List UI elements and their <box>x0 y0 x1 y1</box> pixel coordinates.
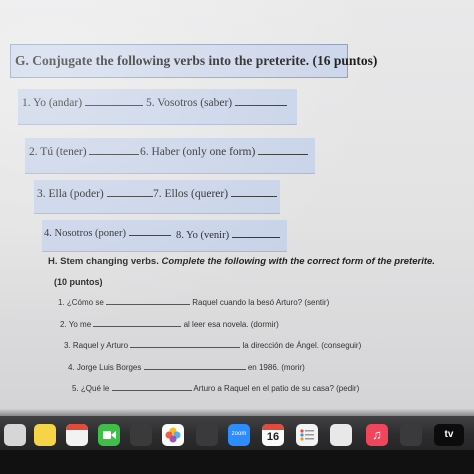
stem-item-2: 2. Yo me al leer esa novela. (dormir) <box>60 319 279 329</box>
verb-item-6: 6. Haber (only one form) <box>140 145 309 158</box>
dock-app-icon[interactable] <box>4 424 26 446</box>
answer-blank[interactable] <box>89 145 140 155</box>
answer-blank[interactable] <box>84 96 143 106</box>
facetime-glyph <box>103 431 116 439</box>
verb-box-1: 1. Yo (andar) 5. Vosotros (saber) <box>18 89 297 125</box>
verb-item-4: 4. Nosotros (poner) <box>44 226 171 239</box>
dock-app-icon[interactable] <box>130 424 152 446</box>
verb-item-5: 5. Vosotros (saber) <box>146 96 288 109</box>
notes-icon[interactable] <box>34 424 56 446</box>
verb-item-7: 7. Ellos (querer) <box>153 187 277 200</box>
zoom-icon[interactable]: zoom <box>228 424 250 446</box>
answer-blank[interactable] <box>258 145 309 155</box>
photos-glyph <box>165 427 181 443</box>
calendar-day: 16 <box>266 431 280 443</box>
stem-item-4: 4. Jorge Luis Borges en 1986. (morir) <box>68 362 305 372</box>
reminders-icon[interactable] <box>296 424 318 446</box>
answer-blank[interactable] <box>230 187 277 197</box>
answer-blank[interactable] <box>130 340 241 348</box>
verb-box-4: 4. Nosotros (poner) 8. Yo (venir) <box>42 220 287 252</box>
stem-item-3: 3. Raquel y Arturo la dirección de Ángel… <box>64 340 362 350</box>
answer-blank[interactable] <box>235 96 288 106</box>
dock-app-icon[interactable] <box>400 424 422 446</box>
calendar-icon[interactable]: 16 <box>262 424 284 446</box>
verb-item-1: 1. Yo (andar) <box>22 96 143 109</box>
dock-app-icon[interactable] <box>196 424 218 446</box>
section-h-title: H. Stem changing verbs. Complete the fol… <box>48 256 435 267</box>
answer-blank[interactable] <box>93 319 182 327</box>
verb-box-2: 2. Tú (tener) 6. Haber (only one form) <box>25 138 315 174</box>
music-note-icon: ♫ <box>372 427 382 442</box>
music-icon[interactable]: ♫ <box>366 424 388 446</box>
document-page: G. Conjugate the following verbs into th… <box>0 0 474 408</box>
dock-shelf <box>0 408 474 416</box>
facetime-icon[interactable] <box>98 424 120 446</box>
section-g-title: G. Conjugate the following verbs into th… <box>10 44 377 78</box>
verb-item-3: 3. Ella (poder) <box>37 187 153 200</box>
photos-icon[interactable] <box>162 424 184 446</box>
section-h-points: (10 puntos) <box>54 277 103 287</box>
apple-tv-label: tv <box>444 429 454 440</box>
verb-box-3: 3. Ella (poder) 7. Ellos (querer) <box>34 180 280 214</box>
answer-blank[interactable] <box>106 297 191 305</box>
stem-item-1: 1. ¿Cómo se Raquel cuando la besó Arturo… <box>58 297 330 307</box>
verb-item-8: 8. Yo (venir) <box>176 228 280 241</box>
calendar-small-icon[interactable] <box>66 424 88 446</box>
answer-blank[interactable] <box>111 383 192 391</box>
answer-blank[interactable] <box>143 362 246 370</box>
zoom-label: zoom <box>231 431 247 437</box>
answer-blank[interactable] <box>106 187 153 197</box>
stem-item-5: 5. ¿Qué le Arturo a Raquel en el patio d… <box>72 383 360 393</box>
answer-blank[interactable] <box>231 228 280 238</box>
reminders-glyph <box>300 429 314 441</box>
apple-tv-icon[interactable]: tv <box>434 424 464 446</box>
monitor-bezel <box>0 450 474 474</box>
verb-item-2: 2. Tú (tener) <box>29 145 140 158</box>
answer-blank[interactable] <box>128 226 171 236</box>
dock-app-icon[interactable] <box>330 424 352 446</box>
calendar-small-month <box>66 424 88 430</box>
